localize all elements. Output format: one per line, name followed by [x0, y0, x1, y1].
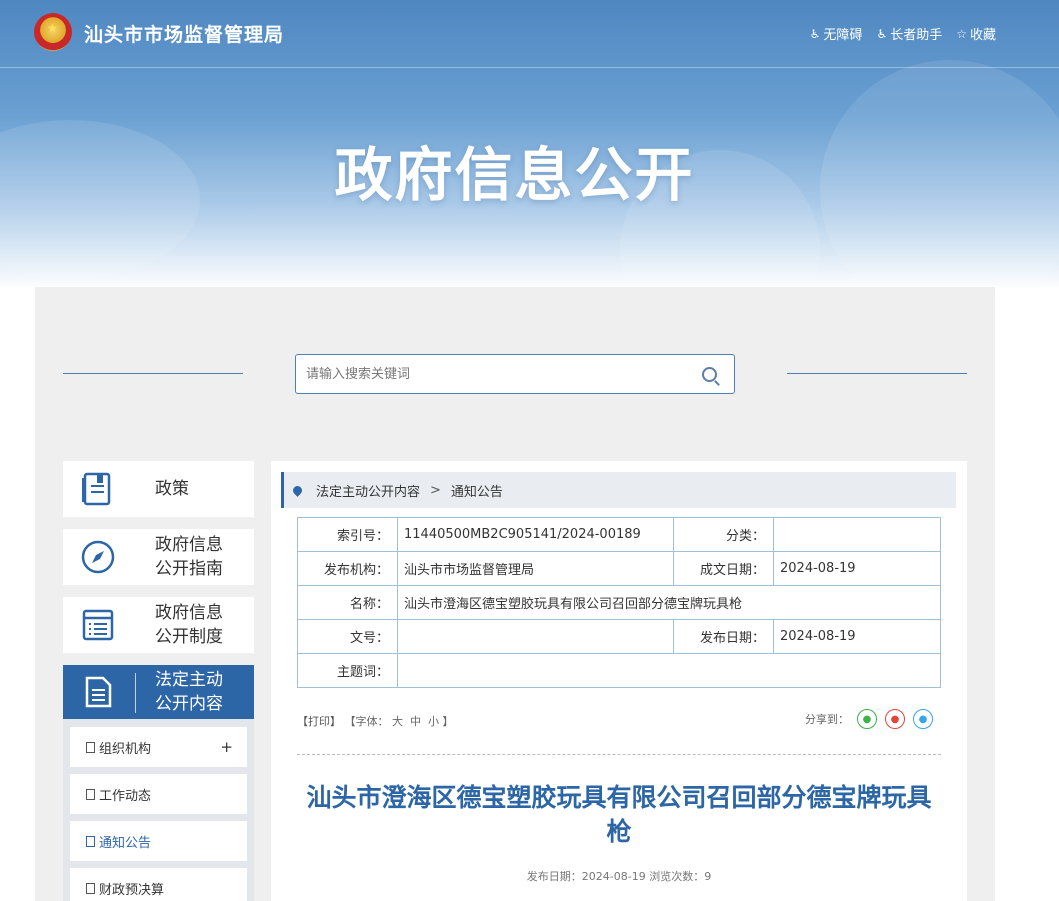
location-pin-icon [291, 483, 304, 497]
submenu-item-organization[interactable]: 组织机构 + [70, 727, 247, 767]
accessibility-icon: ♿ [809, 26, 821, 41]
sidebar-item-label: 法定主动公开内容 [155, 670, 223, 714]
sidebar-submenu: 组织机构 + 工作动态 通知公告 财政预决算 [63, 719, 254, 901]
search-input[interactable] [306, 363, 686, 385]
article-title: 汕头市澄海区德宝塑胶玩具有限公司召回部分德宝牌玩具枪 [306, 783, 932, 846]
name-value: 汕头市澄海区德宝塑胶玩具有限公司召回部分德宝牌玩具枪 [397, 585, 941, 620]
accessibility-label: 无障碍 [823, 28, 863, 43]
accessibility-link[interactable]: ♿ 无障碍 [809, 24, 863, 44]
search-box [295, 354, 735, 394]
publisher-label: 发布机构： [297, 551, 398, 586]
table-row: 名称： 汕头市澄海区德宝塑胶玩具有限公司召回部分德宝牌玩具枪 [297, 585, 941, 620]
search-divider-right [787, 373, 967, 374]
index-label: 索引号： [297, 517, 398, 552]
subject-label: 主题词： [297, 653, 398, 688]
favorite-link[interactable]: ☆ 收藏 [956, 24, 996, 44]
article-tools: 【打印】 【字体： 大 中 小 】 [297, 713, 454, 729]
content-area: 法定主动公开内容 > 通知公告 索引号： 11440500MB2C905141/… [271, 461, 967, 901]
document-icon [86, 788, 95, 800]
submenu-item-notices[interactable]: 通知公告 [70, 821, 247, 861]
written-date-label: 成文日期： [673, 551, 774, 586]
submenu-item-budget[interactable]: 财政预决算 [70, 868, 247, 901]
table-row: 发布机构： 汕头市市场监督管理局 成文日期： 2024-08-19 [297, 551, 941, 586]
sidebar-item-policy[interactable]: 政策 [63, 461, 254, 517]
top-bar: ★ 汕头市市场监督管理局 ♿ 无障碍 ♿ 长者助手 ☆ 收藏 [0, 0, 1059, 68]
search-divider-left [63, 373, 243, 374]
publish-date-value: 2024-08-19 [773, 619, 941, 654]
font-small-button[interactable]: 小 [428, 715, 439, 728]
submenu-item-label: 工作动态 [99, 788, 152, 804]
expand-icon[interactable]: + [220, 738, 233, 756]
submenu-item-work-news[interactable]: 工作动态 [70, 774, 247, 814]
elderly-assist-label: 长者助手 [890, 28, 943, 43]
document-metadata-table: 索引号： 11440500MB2C905141/2024-00189 分类： 发… [297, 517, 941, 688]
banner-title: 政府信息公开 [334, 141, 695, 209]
breadcrumb-item[interactable]: 通知公告 [451, 481, 503, 500]
table-row: 主题词： [297, 653, 941, 688]
chevron-right-icon: > [430, 482, 441, 498]
category-label: 分类： [673, 517, 774, 552]
national-emblem-logo[interactable]: ★ [34, 13, 72, 51]
share-label: 分享到： [805, 713, 849, 726]
article-meta: 发布日期：2024-08-19 浏览次数：9 [526, 870, 712, 883]
submenu-item-label: 通知公告 [99, 835, 152, 851]
font-size-suffix: 】 [442, 715, 454, 728]
share-bar: 分享到： ● ● ● [805, 709, 933, 729]
breadcrumb-item[interactable]: 法定主动公开内容 [316, 481, 420, 500]
main-panel: 政策 政府信息公开指南 政府信息公开制度 法定主动公开内容 组织机构 + 工作动… [35, 287, 995, 901]
star-icon: ☆ [956, 26, 967, 41]
site-title[interactable]: 汕头市市场监督管理局 [84, 20, 284, 47]
header-banner: ★ 汕头市市场监督管理局 ♿ 无障碍 ♿ 长者助手 ☆ 收藏 政府信息公开 [0, 0, 1059, 290]
favorite-label: 收藏 [969, 28, 996, 43]
category-value [773, 517, 941, 552]
sidebar-item-guide[interactable]: 政府信息公开指南 [63, 529, 254, 585]
qq-icon[interactable]: ● [913, 709, 933, 729]
divider [135, 673, 136, 713]
elderly-assist-icon: ♿ [876, 26, 888, 41]
sidebar-item-system[interactable]: 政府信息公开制度 [63, 597, 254, 653]
wechat-icon[interactable]: ● [857, 709, 877, 729]
compass-icon [63, 539, 133, 575]
subject-value [397, 653, 941, 688]
name-label: 名称： [297, 585, 398, 620]
sidebar-item-statutory-content[interactable]: 法定主动公开内容 [63, 665, 254, 719]
doc-no-value [397, 619, 674, 654]
sidebar-item-label: 政策 [155, 479, 189, 499]
print-button[interactable]: 【打印】 [297, 715, 341, 728]
font-medium-button[interactable]: 中 [410, 715, 421, 728]
publisher-value: 汕头市市场监督管理局 [397, 551, 674, 586]
document-icon [86, 835, 95, 847]
table-row: 索引号： 11440500MB2C905141/2024-00189 分类： [297, 517, 941, 552]
submenu-item-label: 财政预决算 [99, 882, 165, 898]
written-date-value: 2024-08-19 [773, 551, 941, 586]
font-large-button[interactable]: 大 [392, 715, 403, 728]
policy-book-icon [63, 471, 133, 507]
doc-no-label: 文号： [297, 619, 398, 654]
table-row: 文号： 发布日期： 2024-08-19 [297, 619, 941, 654]
document-icon [86, 882, 95, 894]
sidebar-item-label: 政府信息公开指南 [155, 535, 223, 579]
font-size-prefix: 【字体： [344, 715, 389, 728]
rules-list-icon [63, 607, 133, 643]
submenu-item-label: 组织机构 [99, 741, 152, 757]
sidebar-item-label: 政府信息公开制度 [155, 603, 223, 647]
document-icon [86, 741, 95, 753]
index-value: 11440500MB2C905141/2024-00189 [397, 517, 674, 552]
divider [297, 754, 941, 755]
elderly-assist-link[interactable]: ♿ 长者助手 [876, 24, 943, 44]
top-links: ♿ 无障碍 ♿ 长者助手 ☆ 收藏 [809, 24, 996, 44]
search-icon[interactable] [702, 367, 717, 382]
document-icon [63, 675, 133, 709]
publish-date-label: 发布日期： [673, 619, 774, 654]
weibo-icon[interactable]: ● [885, 709, 905, 729]
breadcrumb: 法定主动公开内容 > 通知公告 [281, 472, 956, 508]
